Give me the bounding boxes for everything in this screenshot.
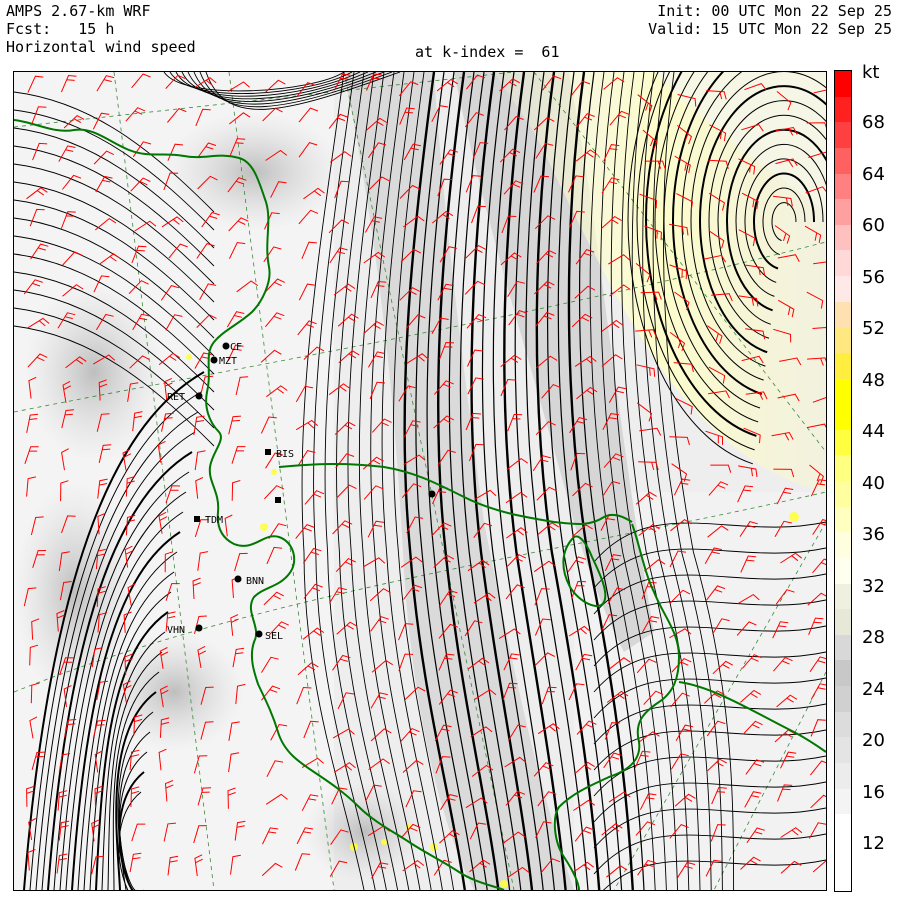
colorbar-segment <box>835 122 851 149</box>
colorbar-tick-label: 16 <box>862 781 885 803</box>
colorbar-segment <box>835 609 851 636</box>
colorbar-segment <box>835 660 851 687</box>
colorbar-tick-label: 12 <box>862 833 885 854</box>
forecast-hour: Fcst: 15 h <box>6 20 115 38</box>
colorbar-segment <box>835 737 851 764</box>
colorbar-segment <box>835 557 851 585</box>
colorbar-segment <box>835 455 851 482</box>
colorbar-tick-label: 44 <box>862 421 885 442</box>
field-name: Horizontal wind speed <box>6 38 196 56</box>
svg-text:TDM: TDM <box>205 515 223 526</box>
map-panel: CF MZT RET BIS TDM BNN VHN SEL <box>13 71 827 891</box>
colorbar-tick-label: 40 <box>862 472 885 494</box>
valid-time: Valid: 15 UTC Mon 22 Sep 25 <box>648 20 892 38</box>
colorbar-segment <box>835 327 851 354</box>
model-title: AMPS 2.67-km WRF <box>6 2 151 20</box>
colorbar-tick-label: 64 <box>862 163 885 185</box>
colorbar-segment <box>835 301 851 329</box>
colorbar-segment <box>835 788 851 816</box>
colorbar-tick-label: 68 <box>862 112 885 133</box>
colorbar-segment <box>835 199 851 226</box>
colorbar-segment <box>835 762 851 790</box>
colorbar-segment <box>835 429 851 457</box>
svg-text:MZT: MZT <box>219 356 237 367</box>
colorbar-tick-label: 32 <box>862 575 885 597</box>
colorbar-tick-label: 36 <box>862 524 885 545</box>
colorbar <box>834 70 852 892</box>
colorbar-segment <box>835 404 851 431</box>
colorbar-segment <box>835 173 851 201</box>
svg-text:BIS: BIS <box>276 449 294 460</box>
svg-text:BNN: BNN <box>246 576 264 587</box>
svg-text:VHN: VHN <box>167 625 185 636</box>
colorbar-segment <box>835 96 851 124</box>
colorbar-segment <box>835 686 851 713</box>
colorbar-segment <box>835 481 851 508</box>
colorbar-tick-label: 60 <box>862 215 885 236</box>
colorbar-segment <box>835 839 851 867</box>
colorbar-tick-label: 28 <box>862 627 885 648</box>
colorbar-segment <box>835 147 851 175</box>
colorbar-tick-label: 52 <box>862 318 885 339</box>
colorbar-unit: kt <box>862 62 880 83</box>
colorbar-segment <box>835 865 851 891</box>
svg-text:RET: RET <box>167 392 185 403</box>
colorbar-segment <box>835 583 851 611</box>
header-left: AMPS 2.67-km WRF Fcst: 15 h Horizontal win… <box>6 2 196 56</box>
colorbar-tick-label: 48 <box>862 369 885 391</box>
colorbar-tick-label: 56 <box>862 266 885 288</box>
colorbar-segment <box>835 814 851 841</box>
svg-text:CF: CF <box>230 342 242 353</box>
colorbar-segment <box>835 711 851 739</box>
colorbar-tick-label: 20 <box>862 730 885 751</box>
init-time: Init: 00 UTC Mon 22 Sep 25 <box>657 2 892 20</box>
colorbar-segment <box>835 378 851 406</box>
colorbar-segment <box>835 250 851 277</box>
colorbar-segment <box>835 71 851 98</box>
colorbar-segment <box>835 224 851 252</box>
map-canvas: CF MZT RET BIS TDM BNN VHN SEL <box>14 72 826 890</box>
colorbar-segment <box>835 634 851 662</box>
colorbar-segment <box>835 532 851 559</box>
colorbar-tick-label: 24 <box>862 678 885 700</box>
level-label: at k-index = 61 <box>415 43 560 61</box>
colorbar-segment <box>835 276 851 303</box>
colorbar-segment <box>835 352 851 380</box>
colorbar-segment <box>835 506 851 534</box>
header-right: Init: 00 UTC Mon 22 Sep 25 Valid: 15 UTC … <box>648 2 892 38</box>
svg-text:SEL: SEL <box>265 631 283 642</box>
